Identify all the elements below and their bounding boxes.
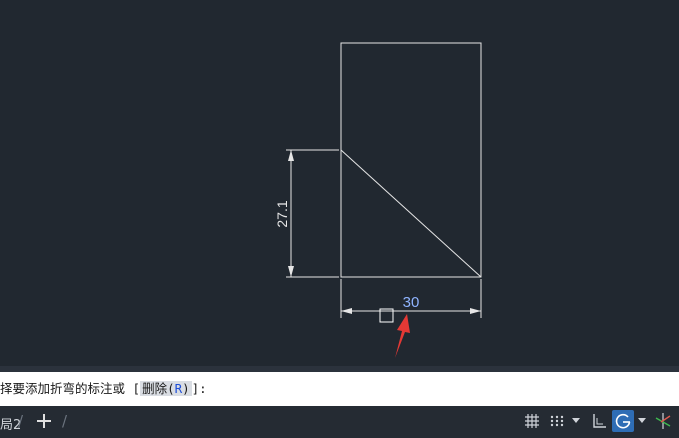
tab-separator: / <box>62 412 68 430</box>
diagonal-line[interactable] <box>340 149 482 278</box>
status-bar: 局2 / / <box>0 406 679 438</box>
add-layout-icon[interactable] <box>35 412 53 430</box>
dropdown-icon[interactable] <box>637 410 647 432</box>
drawing-svg: 27.1 30 <box>274 42 482 358</box>
snap-icon[interactable] <box>546 410 568 432</box>
ortho-icon[interactable] <box>588 410 610 432</box>
dropdown-icon[interactable] <box>571 410 581 432</box>
horizontal-dimension[interactable]: 30 <box>340 279 482 318</box>
grid-icon[interactable] <box>521 410 543 432</box>
command-option-delete[interactable]: 删除(R) <box>140 381 192 396</box>
drawing-canvas[interactable]: 27.1 30 <box>0 0 679 366</box>
vertical-dimension[interactable]: 27.1 <box>274 149 339 278</box>
rectangle-geometry[interactable] <box>340 42 482 278</box>
red-arrow-icon <box>395 314 410 358</box>
command-line[interactable]: 择要添加折弯的标注或 [删除(R)]: <box>0 372 679 406</box>
command-suffix-text: ]: <box>191 381 207 396</box>
tab-separator: / <box>18 412 24 430</box>
command-option-key: R <box>174 381 183 396</box>
vertical-dimension-text: 27.1 <box>274 200 290 227</box>
horizontal-dimension-text: 30 <box>403 294 420 311</box>
polar-tracking-icon[interactable] <box>612 410 634 432</box>
command-prompt-text: 择要添加折弯的标注或 [ <box>0 381 141 396</box>
isometric-icon[interactable] <box>652 410 674 432</box>
